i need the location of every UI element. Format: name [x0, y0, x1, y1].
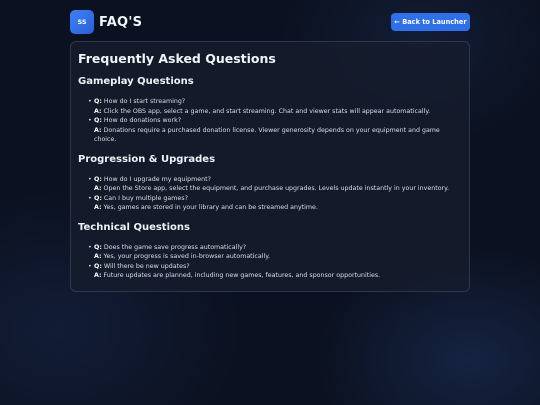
faq-section-technical: Technical Questions • Q: Does the game s…: [78, 222, 462, 281]
answer-text: Open the Store app, select the equipment…: [103, 185, 450, 192]
faq-section-gameplay: Gameplay Questions • Q: How do I start s…: [78, 76, 462, 145]
app-header: SS FAQ'S ← Back to Launcher: [70, 9, 470, 35]
question-label: Q:: [94, 175, 102, 183]
faq-panel: Frequently Asked Questions Gameplay Ques…: [70, 41, 470, 292]
answer-text: Future updates are planned, including ne…: [103, 272, 381, 279]
question-label: Q:: [94, 262, 102, 270]
question-label: Q:: [94, 117, 102, 124]
qa-item: • Q: Can I buy multiple games? A: Yes, g…: [88, 194, 462, 213]
answer-text: Donations require a purchased donation l…: [94, 126, 440, 144]
question-text: How do I upgrade my equipment?: [103, 175, 211, 183]
qa-item: • Q: Will there be new updates? A: Futur…: [88, 262, 462, 281]
answer-label: A:: [94, 107, 102, 115]
qa-list: • Q: Does the game save progress automat…: [88, 243, 462, 281]
section-title: Technical Questions: [78, 221, 190, 233]
faq-section-progression: Progression & Upgrades • Q: How do I upg…: [78, 154, 462, 213]
back-to-launcher-button[interactable]: ← Back to Launcher: [391, 13, 470, 31]
bullet-icon: •: [88, 243, 92, 251]
section-title: Progression & Upgrades: [78, 153, 216, 165]
section-title: Gameplay Questions: [78, 76, 194, 87]
page-title: FAQ'S: [99, 14, 143, 30]
brand: SS FAQ'S: [70, 10, 142, 34]
answer-text: Yes, games are stored in your library an…: [103, 204, 318, 211]
question-text: Will there be new updates?: [103, 262, 190, 270]
qa-list: • Q: How do I start streaming? A: Click …: [88, 97, 462, 145]
answer-label: A:: [94, 185, 102, 192]
question-text: Can I buy multiple games?: [103, 194, 188, 202]
bullet-icon: •: [88, 98, 92, 105]
faq-heading: Frequently Asked Questions: [78, 51, 276, 66]
answer-label: A:: [94, 272, 102, 279]
app-logo: SS: [70, 10, 94, 34]
bullet-icon: •: [88, 117, 92, 124]
question-text: Does the game save progress automaticall…: [103, 243, 247, 251]
bullet-icon: •: [88, 262, 92, 270]
answer-label: A:: [94, 204, 102, 211]
qa-item: • Q: Does the game save progress automat…: [88, 243, 462, 262]
question-text: How do I start streaming?: [103, 98, 186, 105]
bullet-icon: •: [88, 175, 92, 183]
answer-text: Click the OBS app, select a game, and st…: [103, 107, 431, 115]
question-label: Q:: [94, 243, 102, 251]
answer-text: Yes, your progress is saved in-browser a…: [103, 253, 271, 260]
answer-label: A:: [94, 126, 102, 134]
question-label: Q:: [94, 194, 102, 202]
qa-item: • Q: How do donations work? A: Donations…: [88, 116, 462, 145]
answer-label: A:: [94, 253, 102, 260]
question-label: Q:: [94, 98, 102, 105]
question-text: How do donations work?: [103, 117, 182, 124]
qa-item: • Q: How do I upgrade my equipment? A: O…: [88, 175, 462, 194]
bullet-icon: •: [88, 194, 92, 202]
qa-item: • Q: How do I start streaming? A: Click …: [88, 97, 462, 116]
qa-list: • Q: How do I upgrade my equipment? A: O…: [88, 175, 462, 213]
